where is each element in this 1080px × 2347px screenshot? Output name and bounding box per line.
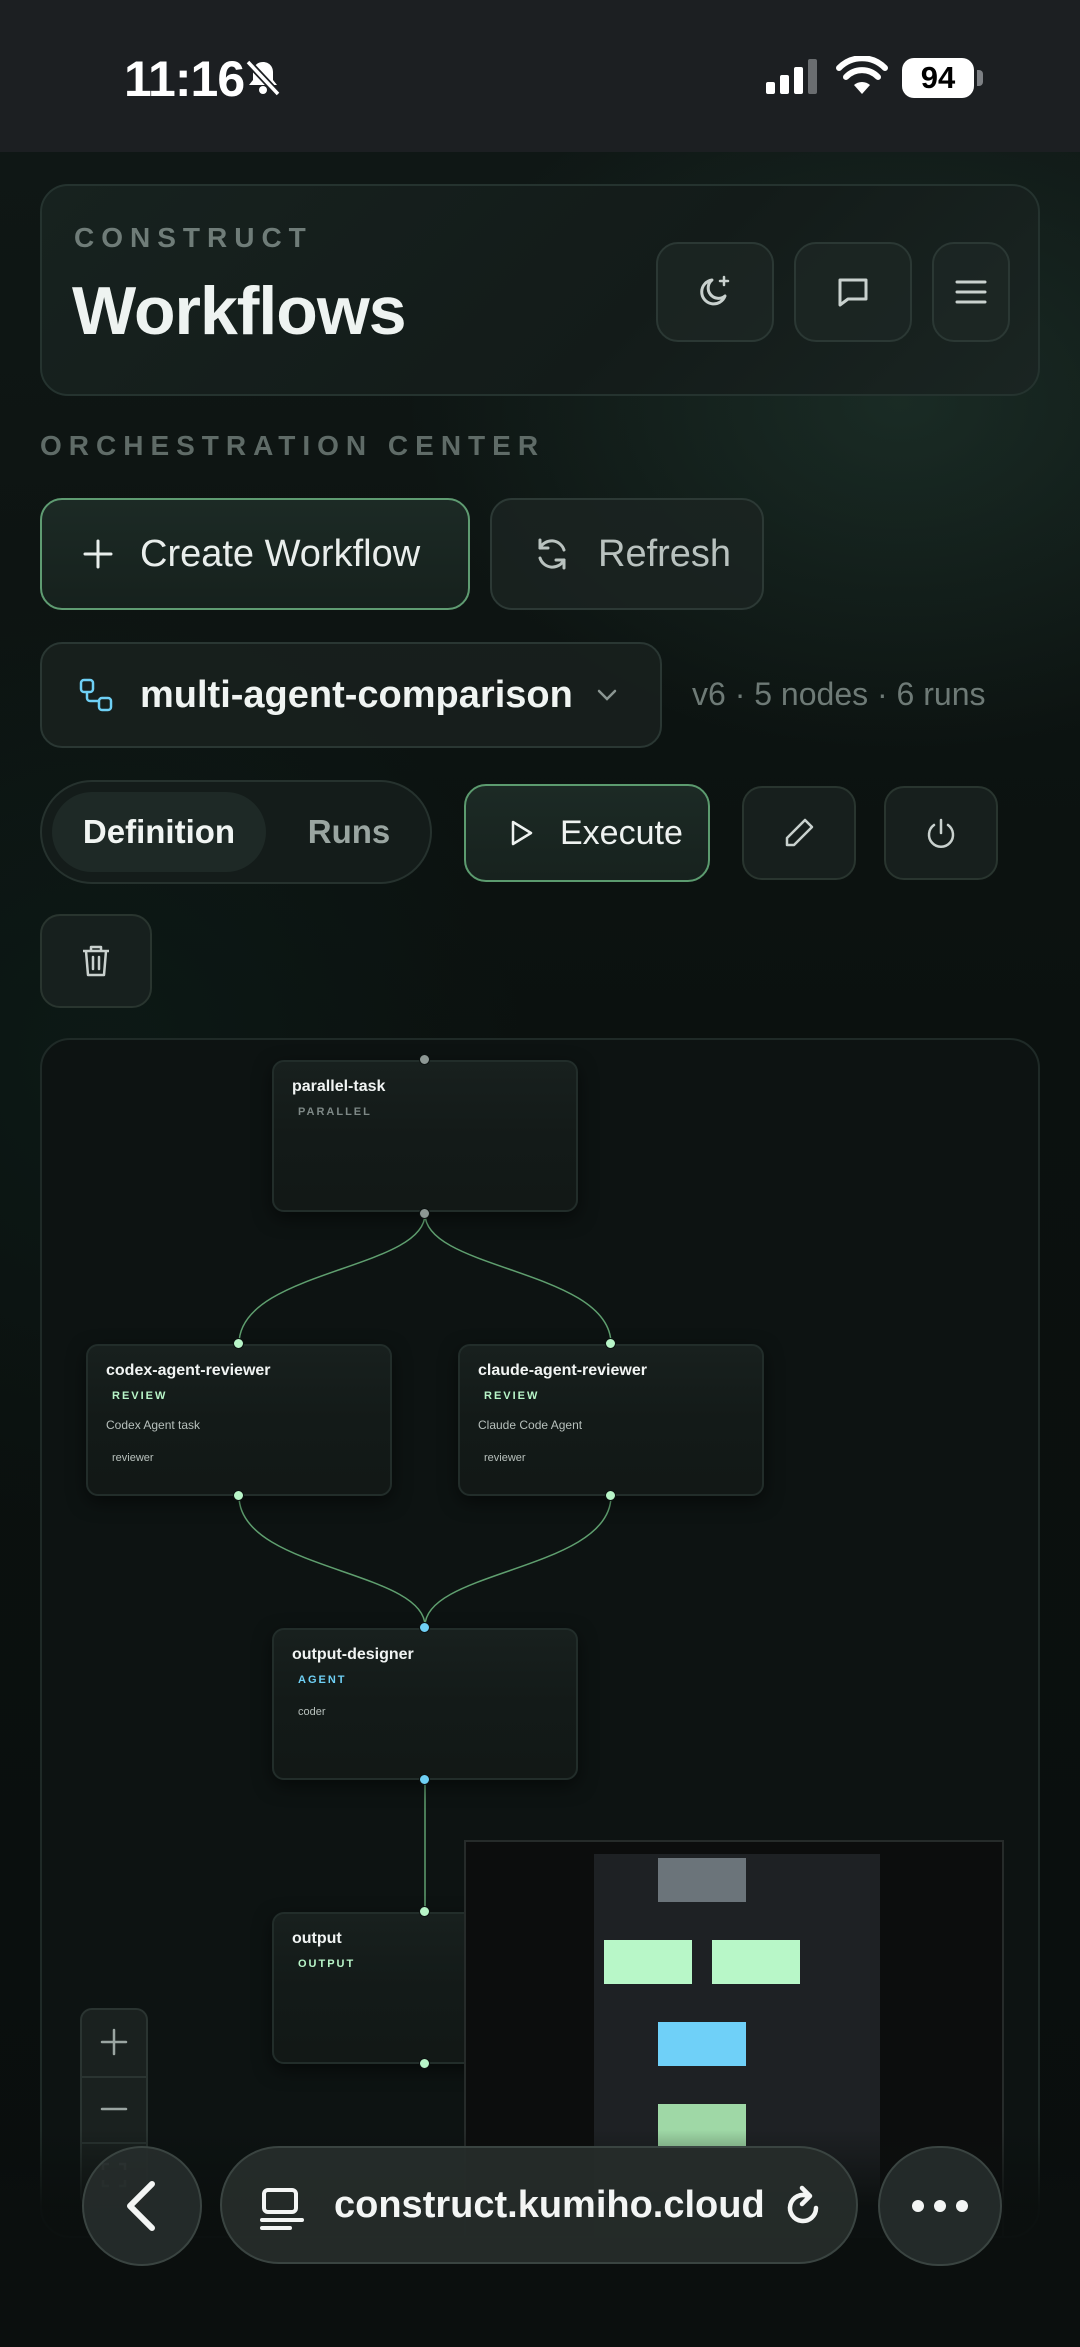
minimap-node-parallel [658,1858,746,1902]
minus-icon [100,2107,128,2111]
cellular-signal-icon [766,59,817,94]
node-title: output [292,1930,342,1947]
tab-runs[interactable]: Runs [274,792,424,872]
node-role-tag: coder [298,1706,326,1718]
node-output-port[interactable] [419,2058,430,2069]
workflow-icon [79,678,113,712]
refresh-button[interactable]: Refresh [490,498,764,610]
back-button[interactable] [82,2146,202,2266]
node-title: parallel-task [292,1078,386,1095]
node-title: claude-agent-reviewer [478,1362,647,1379]
node-type-badge: REVIEW [112,1390,168,1402]
tab-definition[interactable]: Definition [52,792,266,872]
chevron-down-icon [597,689,617,701]
node-input-port[interactable] [419,1622,430,1633]
moon-icon [700,275,730,306]
node-output-port[interactable] [419,1208,430,1219]
hamburger-icon [955,280,987,304]
app-content: CONSTRUCT Workflows ORCHESTRATION CENTER… [0,152,1080,2347]
create-workflow-button[interactable]: Create Workflow [40,498,470,610]
node-output-designer[interactable]: output-designer AGENT coder [272,1628,578,1780]
node-output-port[interactable] [233,1490,244,1501]
bell-muted-icon [245,59,281,97]
theme-toggle-button[interactable] [656,242,774,342]
pencil-icon [785,818,814,847]
plus-icon [83,539,113,569]
node-output-port[interactable] [419,1774,430,1785]
url-text: construct.kumiho.cloud [334,2184,765,2226]
play-icon [511,820,533,846]
refresh-icon [538,538,566,570]
node-output-port[interactable] [605,1490,616,1501]
minimap-node-review [604,1940,692,1984]
node-input-port[interactable] [419,1906,430,1917]
chevron-left-icon [127,2181,155,2231]
node-title: output-designer [292,1646,414,1663]
more-button[interactable] [878,2146,1002,2266]
power-icon [927,818,955,848]
node-input-port[interactable] [605,1338,616,1349]
create-workflow-label: Create Workflow [140,532,421,575]
url-bar[interactable]: construct.kumiho.cloud [220,2146,858,2264]
delete-button[interactable] [40,914,152,1008]
node-claude-agent-reviewer[interactable]: claude-agent-reviewer REVIEW Claude Code… [458,1344,764,1496]
battery-tip [977,70,983,86]
minimap-node-review [712,1940,800,1984]
workflow-selector[interactable]: multi-agent-comparison [40,642,662,748]
node-description: Codex Agent task [106,1418,201,1432]
edge-codex-designer [238,1495,426,1627]
header-card: CONSTRUCT Workflows [40,184,1040,396]
node-description: Claude Code Agent [478,1418,583,1432]
workflow-name: multi-agent-comparison [140,673,573,716]
zoom-in-button[interactable] [82,2010,146,2074]
node-type-badge: REVIEW [484,1390,540,1402]
node-title: codex-agent-reviewer [106,1362,271,1379]
view-tabs: Definition Runs [40,780,432,884]
status-bar: 11:16 94 [0,0,1080,152]
node-codex-agent-reviewer[interactable]: codex-agent-reviewer REVIEW Codex Agent … [86,1344,392,1496]
reload-icon[interactable] [780,2182,828,2232]
chat-icon [838,278,868,307]
execute-label: Execute [560,813,683,852]
plus-icon [100,2028,128,2056]
edge-parallel-codex [238,1213,426,1345]
status-time: 11:16 [124,51,245,107]
tabs-icon [260,2188,304,2230]
workflow-canvas[interactable]: parallel-task PARALLEL codex-agent-revie… [40,1038,1040,2238]
edge-claude-designer [424,1495,612,1627]
node-type-badge: AGENT [298,1674,347,1686]
wifi-icon [836,56,888,94]
power-button[interactable] [884,786,998,880]
app-eyebrow: CONSTRUCT [74,222,313,253]
page-title: Workflows [72,273,407,349]
menu-button[interactable] [932,242,1010,342]
edit-button[interactable] [742,786,856,880]
node-role-tag: reviewer [484,1452,526,1464]
node-input-port[interactable] [233,1338,244,1349]
node-input-port[interactable] [419,1054,430,1065]
edge-parallel-claude [424,1213,612,1345]
section-label: ORCHESTRATION CENTER [40,430,546,461]
node-type-badge: OUTPUT [298,1958,356,1970]
trash-icon [83,945,109,977]
workflow-meta: v6 · 5 nodes · 6 runs [692,676,986,712]
minimap-node-agent [658,2022,746,2066]
refresh-label: Refresh [598,532,732,575]
chat-button[interactable] [794,242,912,342]
execute-button[interactable]: Execute [464,784,710,882]
node-parallel-task[interactable]: parallel-task PARALLEL [272,1060,578,1212]
node-role-tag: reviewer [112,1452,154,1464]
battery-indicator: 94 [902,58,974,98]
more-dots-icon [912,2200,968,2212]
node-type-badge: PARALLEL [298,1106,372,1118]
